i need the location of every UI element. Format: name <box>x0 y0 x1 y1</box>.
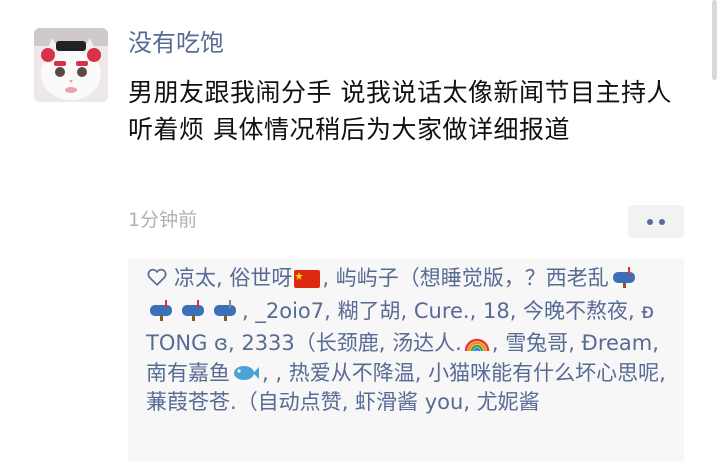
liker-name[interactable]: 俗世呀 <box>229 266 292 290</box>
liker-name[interactable]: 屿屿子（想睡觉版，？西老乱 <box>336 266 609 290</box>
liker-name[interactable]: Cure. <box>414 299 470 323</box>
china-flag-icon <box>294 270 321 288</box>
liker-name[interactable]: _2oio7 <box>255 299 324 323</box>
post-time: 1分钟前 <box>128 209 198 231</box>
more-button[interactable] <box>628 205 684 238</box>
liker-name[interactable]: Ɖream <box>582 331 653 355</box>
liker-name[interactable]: 2333（长颈鹿 <box>241 331 378 355</box>
more-dots-icon <box>659 218 665 225</box>
liker-name[interactable]: 今晚不熬夜 <box>523 299 628 323</box>
fish-icon <box>234 365 259 380</box>
author-name[interactable]: 没有吃饱 <box>128 27 224 59</box>
heart-icon <box>147 268 167 286</box>
liker-name[interactable]: 尤妮酱 <box>477 390 540 414</box>
likes-list: 凉太, 俗世呀, 屿屿子（想睡觉版，？西老乱, _2oio7, 糊了胡, Cur… <box>146 266 666 414</box>
liker-name[interactable]: 小猫咪能有什么坏心思呢 <box>428 361 659 385</box>
liker-name[interactable]: 雪兔哥 <box>505 331 568 355</box>
liker-name[interactable]: 凉太 <box>174 266 216 290</box>
liker-name[interactable]: 糊了胡 <box>337 299 400 323</box>
rainbow-icon <box>464 338 490 352</box>
likes-panel: 凉太, 俗世呀, 屿屿子（想睡觉版，？西老乱, _2oio7, 糊了胡, Cur… <box>128 258 684 462</box>
scrollbar[interactable] <box>712 0 717 80</box>
mailbox-icon <box>180 299 208 330</box>
liker-name[interactable]: 18 <box>483 299 510 323</box>
cat-avatar-icon <box>34 28 108 102</box>
liker-name[interactable]: 南有嘉鱼 <box>146 361 230 385</box>
liker-name[interactable]: 热爱从不降温 <box>289 361 415 385</box>
liker-name[interactable]: 汤达人. <box>392 331 462 355</box>
avatar[interactable] <box>34 28 108 102</box>
mailbox-icon <box>611 266 639 297</box>
mailbox-icon <box>212 299 240 330</box>
mailbox-icon <box>148 299 176 330</box>
liker-name[interactable]: 蒹葭苍苍. <box>146 390 237 414</box>
more-dots-icon <box>647 218 653 225</box>
liker-name[interactable]: 虾滑酱 you <box>355 390 463 414</box>
liker-name[interactable]: （自动点赞 <box>237 390 342 414</box>
post-content: 男朋友跟我闹分手 说我说话太像新闻节目主持人 听着烦 具体情况稍后为大家做详细报… <box>128 78 672 144</box>
